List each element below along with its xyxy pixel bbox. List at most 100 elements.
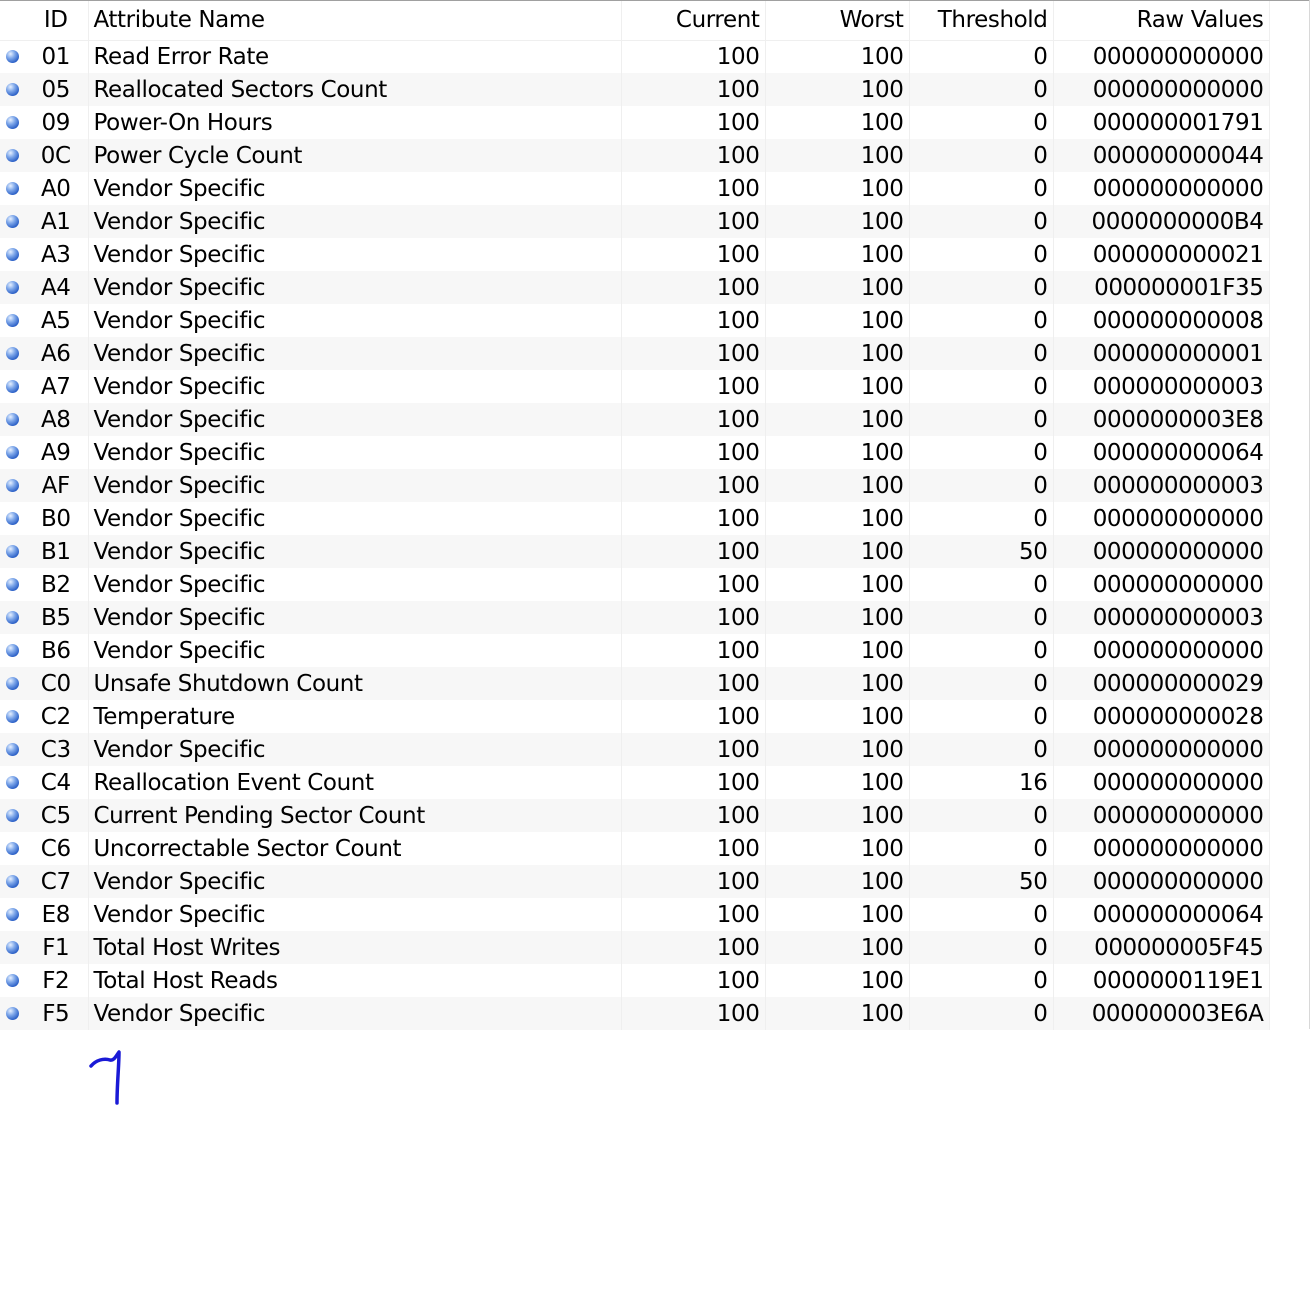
cell-raw-value: 0000000000B4 (1053, 205, 1270, 238)
table-row[interactable]: 01 Read Error Rate 100 100 0 000000000000 (0, 40, 1270, 73)
cell-attribute-name: Vendor Specific (88, 205, 622, 238)
cell-status (0, 964, 24, 997)
cell-attribute-name: Vendor Specific (88, 898, 622, 931)
cell-threshold: 50 (909, 535, 1054, 568)
table-row[interactable]: 05 Reallocated Sectors Count 100 100 0 000000… (0, 73, 1270, 106)
cell-worst: 100 (765, 436, 910, 469)
cell-current: 100 (621, 700, 766, 733)
table-row[interactable]: 0C Power Cycle Count 100 100 0 000000000044 (0, 139, 1270, 172)
cell-status (0, 469, 24, 502)
table-row[interactable]: C4 Reallocation Event Count 100 100 16 000000… (0, 766, 1270, 799)
table-row[interactable]: A6 Vendor Specific 100 100 0 000000000001 (0, 337, 1270, 370)
cell-current: 100 (621, 535, 766, 568)
table-row[interactable]: C5 Current Pending Sector Count 100 100 0 000… (0, 799, 1270, 832)
cell-raw-value: 000000000000 (1053, 832, 1270, 865)
cell-worst: 100 (765, 172, 910, 205)
column-header-threshold[interactable]: Threshold (909, 1, 1054, 41)
table-row[interactable]: C0 Unsafe Shutdown Count 100 100 0 0000000000… (0, 667, 1270, 700)
cell-threshold: 50 (909, 865, 1054, 898)
cell-threshold: 0 (909, 271, 1054, 304)
cell-raw-value: 000000000008 (1053, 304, 1270, 337)
cell-current: 100 (621, 469, 766, 502)
table-body: 01 Read Error Rate 100 100 0 000000000000 05 Re… (0, 40, 1270, 1030)
cell-id: 0C (24, 139, 89, 172)
right-border (1309, 0, 1310, 1029)
cell-id: B1 (24, 535, 89, 568)
table-row[interactable]: B1 Vendor Specific 100 100 50 000000000000 (0, 535, 1270, 568)
cell-threshold: 0 (909, 40, 1054, 73)
cell-raw-value: 000000000028 (1053, 700, 1270, 733)
status-dot-icon (5, 214, 19, 228)
column-header-id[interactable]: ID (24, 1, 89, 41)
cell-threshold: 0 (909, 139, 1054, 172)
table-row[interactable]: A1 Vendor Specific 100 100 0 0000000000B4 (0, 205, 1270, 238)
table-row[interactable]: A3 Vendor Specific 100 100 0 000000000021 (0, 238, 1270, 271)
cell-current: 100 (621, 733, 766, 766)
cell-current: 100 (621, 370, 766, 403)
table-row[interactable]: B0 Vendor Specific 100 100 0 000000000000 (0, 502, 1270, 535)
table-row[interactable]: F5 Vendor Specific 100 100 0 000000003E6A (0, 997, 1270, 1030)
cell-current: 100 (621, 502, 766, 535)
cell-attribute-name: Vendor Specific (88, 271, 622, 304)
cell-worst: 100 (765, 535, 910, 568)
table-row[interactable]: A5 Vendor Specific 100 100 0 000000000008 (0, 304, 1270, 337)
cell-current: 100 (621, 832, 766, 865)
table-row[interactable]: C6 Uncorrectable Sector Count 100 100 0 00000… (0, 832, 1270, 865)
cell-threshold: 0 (909, 436, 1054, 469)
cell-attribute-name: Vendor Specific (88, 865, 622, 898)
cell-current: 100 (621, 997, 766, 1030)
table-row[interactable]: AF Vendor Specific 100 100 0 000000000003 (0, 469, 1270, 502)
cell-attribute-name: Temperature (88, 700, 622, 733)
cell-threshold: 0 (909, 304, 1054, 337)
cell-current: 100 (621, 634, 766, 667)
table-row[interactable]: A4 Vendor Specific 100 100 0 000000001F35 (0, 271, 1270, 304)
table-row[interactable]: E8 Vendor Specific 100 100 0 000000000064 (0, 898, 1270, 931)
cell-raw-value: 000000000029 (1053, 667, 1270, 700)
cell-attribute-name: Power Cycle Count (88, 139, 622, 172)
cell-id: B2 (24, 568, 89, 601)
cell-id: 01 (24, 40, 89, 73)
cell-status (0, 139, 24, 172)
status-dot-icon (5, 841, 19, 855)
cell-raw-value: 000000000000 (1053, 172, 1270, 205)
cell-threshold: 0 (909, 568, 1054, 601)
cell-threshold: 0 (909, 106, 1054, 139)
column-header-current[interactable]: Current (621, 1, 766, 41)
cell-attribute-name: Vendor Specific (88, 337, 622, 370)
cell-id: A7 (24, 370, 89, 403)
cell-status (0, 535, 24, 568)
cell-threshold: 0 (909, 667, 1054, 700)
table-row[interactable]: C3 Vendor Specific 100 100 0 000000000000 (0, 733, 1270, 766)
cell-status (0, 238, 24, 271)
table-row[interactable]: 09 Power-On Hours 100 100 0 000000001791 (0, 106, 1270, 139)
cell-current: 100 (621, 139, 766, 172)
table-row[interactable]: A7 Vendor Specific 100 100 0 000000000003 (0, 370, 1270, 403)
table-row[interactable]: B5 Vendor Specific 100 100 0 000000000003 (0, 601, 1270, 634)
column-header-worst[interactable]: Worst (765, 1, 910, 41)
table-row[interactable]: C7 Vendor Specific 100 100 50 000000000000 (0, 865, 1270, 898)
cell-worst: 100 (765, 865, 910, 898)
column-header-raw-values[interactable]: Raw Values (1053, 1, 1270, 41)
cell-worst: 100 (765, 766, 910, 799)
cell-raw-value: 000000001791 (1053, 106, 1270, 139)
table-row[interactable]: B2 Vendor Specific 100 100 0 000000000000 (0, 568, 1270, 601)
cell-threshold: 0 (909, 997, 1054, 1030)
cell-raw-value: 000000000001 (1053, 337, 1270, 370)
cell-raw-value: 000000000003 (1053, 370, 1270, 403)
table-row[interactable]: F2 Total Host Reads 100 100 0 0000000119E1 (0, 964, 1270, 997)
cell-status (0, 106, 24, 139)
table-row[interactable]: C2 Temperature 100 100 0 000000000028 (0, 700, 1270, 733)
cell-threshold: 0 (909, 502, 1054, 535)
table-row[interactable]: F1 Total Host Writes 100 100 0 000000005F45 (0, 931, 1270, 964)
table-row[interactable]: A0 Vendor Specific 100 100 0 000000000000 (0, 172, 1270, 205)
column-header-attribute-name[interactable]: Attribute Name (88, 1, 622, 41)
table-row[interactable]: A8 Vendor Specific 100 100 0 0000000003E8 (0, 403, 1270, 436)
column-header-status[interactable] (0, 1, 24, 41)
cell-attribute-name: Vendor Specific (88, 436, 622, 469)
table-row[interactable]: A9 Vendor Specific 100 100 0 000000000064 (0, 436, 1270, 469)
cell-raw-value: 0000000003E8 (1053, 403, 1270, 436)
cell-id: B5 (24, 601, 89, 634)
table-row[interactable]: B6 Vendor Specific 100 100 0 000000000000 (0, 634, 1270, 667)
cell-threshold: 0 (909, 964, 1054, 997)
cell-raw-value: 000000000000 (1053, 865, 1270, 898)
